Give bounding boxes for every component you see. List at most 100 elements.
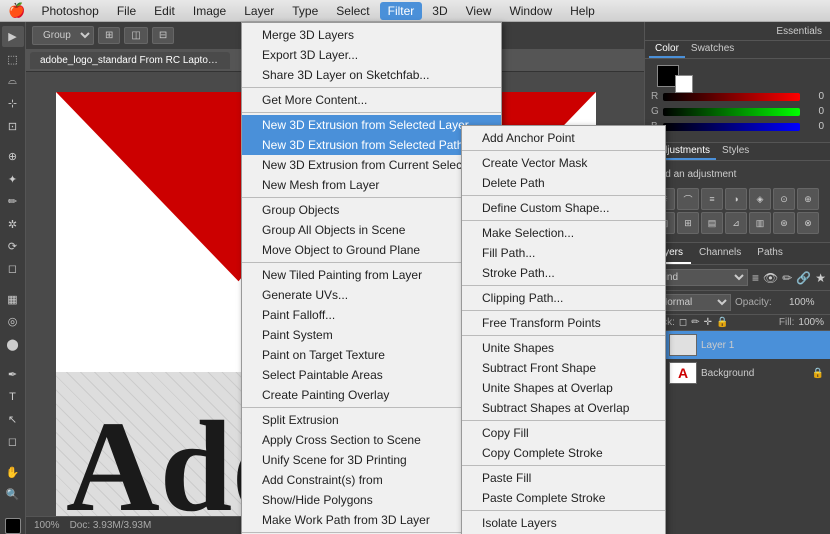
menu-file[interactable]: File bbox=[109, 2, 144, 20]
submenu-define-custom-shape[interactable]: Define Custom Shape... bbox=[462, 198, 665, 218]
exposure-adj-icon[interactable]: ◑ bbox=[725, 188, 747, 210]
layer-row-0[interactable]: 👁 Layer 1 bbox=[645, 331, 830, 359]
adjustment-icons: ☀ ⌒ ≡ ◑ ◈ ⊙ ⊕ ▣ ⊞ ▤ ⊿ ▥ ⊛ ⊗ bbox=[649, 184, 826, 238]
layer-brush-filter-icon[interactable]: ✏ bbox=[782, 271, 792, 285]
submenu-make-selection[interactable]: Make Selection... bbox=[462, 223, 665, 243]
group-select[interactable]: Group bbox=[32, 26, 94, 45]
gradient-map-adj-icon[interactable]: ▥ bbox=[749, 212, 771, 234]
red-slider[interactable] bbox=[663, 93, 800, 101]
apple-menu[interactable]: 🍎 bbox=[8, 2, 25, 19]
invert-adj-icon[interactable]: ⊗ bbox=[797, 212, 819, 234]
hue-adj-icon[interactable]: ⊙ bbox=[773, 188, 795, 210]
submenu-subtract-front-shape[interactable]: Subtract Front Shape bbox=[462, 358, 665, 378]
submenu-paste-fill[interactable]: Paste Fill bbox=[462, 468, 665, 488]
adjustments-panel-section: Adjustments Styles Add an adjustment ☀ ⌒… bbox=[645, 143, 830, 243]
zoom-tool[interactable]: 🔍 bbox=[2, 484, 24, 505]
lock-all-icon[interactable]: 🔒 bbox=[716, 317, 728, 328]
menu-share-3d-sketchfab[interactable]: Share 3D Layer on Sketchfab... bbox=[242, 65, 501, 85]
blue-slider[interactable] bbox=[663, 123, 800, 131]
eyedropper-tool[interactable]: ⊕ bbox=[2, 146, 24, 167]
submenu-fill-path[interactable]: Fill Path... bbox=[462, 243, 665, 263]
layer-row-1[interactable]: 👁 A Background 🔒 bbox=[645, 359, 830, 387]
menu-photoshop[interactable]: Photoshop bbox=[33, 2, 106, 20]
options-icon3[interactable]: ⊟ bbox=[152, 27, 174, 44]
lock-image-icon[interactable]: ✏ bbox=[691, 317, 699, 328]
curves-adj-icon[interactable]: ⌒ bbox=[677, 188, 699, 210]
sub-sep7 bbox=[462, 420, 665, 421]
options-icon2[interactable]: ◫ bbox=[124, 27, 147, 44]
submenu-copy-complete-stroke[interactable]: Copy Complete Stroke bbox=[462, 443, 665, 463]
marquee-tool[interactable]: ⬚ bbox=[2, 48, 24, 69]
submenu-copy-fill[interactable]: Copy Fill bbox=[462, 423, 665, 443]
channels-tab[interactable]: Channels bbox=[691, 243, 749, 264]
menu-merge-3d-layers[interactable]: Merge 3D Layers bbox=[242, 25, 501, 45]
submenu-free-transform-points[interactable]: Free Transform Points bbox=[462, 313, 665, 333]
layer-link-filter-icon[interactable]: 🔗 bbox=[796, 271, 811, 285]
hand-tool[interactable]: ✋ bbox=[2, 461, 24, 482]
type-tool[interactable]: T bbox=[2, 386, 24, 407]
paths-tab[interactable]: Paths bbox=[749, 243, 791, 264]
menu-bar: 🍎 Photoshop File Edit Image Layer Type S… bbox=[0, 0, 830, 22]
vibrance-adj-icon[interactable]: ◈ bbox=[749, 188, 771, 210]
menu-help[interactable]: Help bbox=[562, 2, 603, 20]
submenu-unite-shapes[interactable]: Unite Shapes bbox=[462, 338, 665, 358]
options-icon1[interactable]: ⊞ bbox=[98, 27, 120, 44]
left-toolbar: ▶ ⬚ ⌓ ⊹ ⊡ ⊕ ✦ ✏ ✲ ⟳ ◻ ▦ ◎ ⬤ ✒ T ↖ ◻ ✋ 🔍 bbox=[0, 22, 26, 534]
menu-filter[interactable]: Filter bbox=[380, 2, 423, 20]
selective-color-adj-icon[interactable]: ⊛ bbox=[773, 212, 795, 234]
document-tab[interactable]: adobe_logo_standard From RC Laptop.png @… bbox=[30, 52, 230, 69]
dodge-tool[interactable]: ⬤ bbox=[2, 333, 24, 354]
magic-wand-tool[interactable]: ⊹ bbox=[2, 93, 24, 114]
menu-export-3d-layer[interactable]: Export 3D Layer... bbox=[242, 45, 501, 65]
green-slider[interactable] bbox=[663, 108, 800, 116]
move-tool[interactable]: ▶ bbox=[2, 26, 24, 47]
background-color-swatch[interactable] bbox=[675, 75, 693, 93]
crop-tool[interactable]: ⊡ bbox=[2, 116, 24, 137]
foreground-color[interactable] bbox=[5, 518, 21, 534]
blur-tool[interactable]: ◎ bbox=[2, 311, 24, 332]
menu-select[interactable]: Select bbox=[328, 2, 377, 20]
pen-tool[interactable]: ✒ bbox=[2, 364, 24, 385]
history-tool[interactable]: ⟳ bbox=[2, 236, 24, 257]
submenu-stroke-path[interactable]: Stroke Path... bbox=[462, 263, 665, 283]
gradient-tool[interactable]: ▦ bbox=[2, 289, 24, 310]
swatches-tab[interactable]: Swatches bbox=[685, 41, 740, 58]
color-tab[interactable]: Color bbox=[649, 41, 685, 58]
layer-eye-filter-icon[interactable]: 👁 bbox=[763, 271, 778, 285]
layer-star-filter-icon[interactable]: ★ bbox=[815, 271, 826, 285]
channel-mixer-adj-icon[interactable]: ⊞ bbox=[677, 212, 699, 234]
levels-adj-icon[interactable]: ≡ bbox=[701, 188, 723, 210]
lasso-tool[interactable]: ⌓ bbox=[2, 71, 24, 92]
submenu-isolate-layers[interactable]: Isolate Layers bbox=[462, 513, 665, 533]
layer-filter-icon[interactable]: ≡ bbox=[752, 271, 759, 285]
menu-type[interactable]: Type bbox=[284, 2, 326, 20]
submenu-delete-path[interactable]: Delete Path bbox=[462, 173, 665, 193]
menu-get-more-content[interactable]: Get More Content... bbox=[242, 90, 501, 110]
sep1 bbox=[242, 87, 501, 88]
eraser-tool[interactable]: ◻ bbox=[2, 258, 24, 279]
posterize-adj-icon[interactable]: ▤ bbox=[701, 212, 723, 234]
submenu-paste-complete-stroke[interactable]: Paste Complete Stroke bbox=[462, 488, 665, 508]
menu-layer[interactable]: Layer bbox=[236, 2, 282, 20]
color-balance-adj-icon[interactable]: ⊕ bbox=[797, 188, 819, 210]
threshold-adj-icon[interactable]: ⊿ bbox=[725, 212, 747, 234]
menu-edit[interactable]: Edit bbox=[146, 2, 183, 20]
brush-tool[interactable]: ✏ bbox=[2, 191, 24, 212]
clone-tool[interactable]: ✲ bbox=[2, 213, 24, 234]
menu-image[interactable]: Image bbox=[185, 2, 234, 20]
menu-view[interactable]: View bbox=[458, 2, 500, 20]
styles-tab[interactable]: Styles bbox=[716, 143, 755, 160]
layer-thumb-1: A bbox=[669, 362, 697, 384]
submenu-clipping-path[interactable]: Clipping Path... bbox=[462, 288, 665, 308]
submenu-unite-shapes-at-overlap[interactable]: Unite Shapes at Overlap bbox=[462, 378, 665, 398]
heal-tool[interactable]: ✦ bbox=[2, 169, 24, 190]
lock-transparent-icon[interactable]: ◻ bbox=[679, 317, 687, 328]
submenu-create-vector-mask[interactable]: Create Vector Mask bbox=[462, 153, 665, 173]
path-select-tool[interactable]: ↖ bbox=[2, 409, 24, 430]
menu-3d[interactable]: 3D bbox=[424, 2, 455, 20]
submenu-subtract-shapes-at-overlap[interactable]: Subtract Shapes at Overlap bbox=[462, 398, 665, 418]
menu-window[interactable]: Window bbox=[501, 2, 560, 20]
lock-position-icon[interactable]: ✛ bbox=[704, 317, 712, 328]
submenu-add-anchor-point[interactable]: Add Anchor Point bbox=[462, 128, 665, 148]
shape-tool[interactable]: ◻ bbox=[2, 431, 24, 452]
